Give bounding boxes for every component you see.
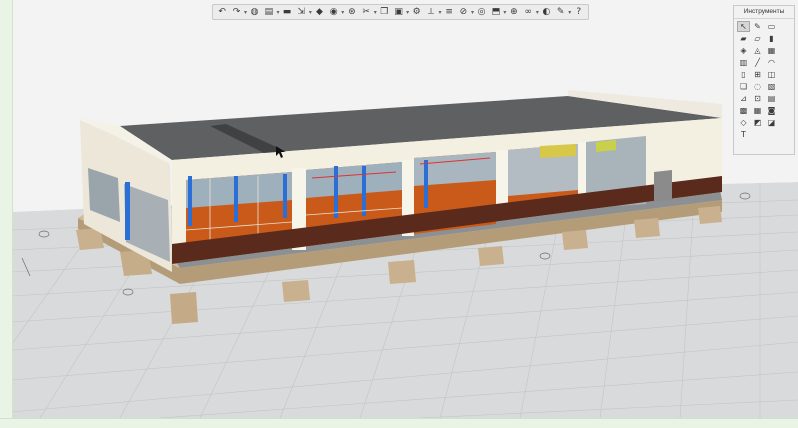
import-icon[interactable]: ⇲ bbox=[295, 6, 307, 18]
dropdown-arrow-icon[interactable]: ▾ bbox=[406, 6, 410, 18]
section-icon[interactable]: ⬒ bbox=[490, 6, 502, 18]
dropdown-arrow-icon[interactable]: ▾ bbox=[438, 6, 442, 18]
cut-icon[interactable]: ✂ bbox=[360, 6, 372, 18]
beam-tool-icon[interactable]: ◈ bbox=[737, 45, 750, 56]
door-tool-icon[interactable]: ▯ bbox=[737, 69, 750, 80]
left-end-blue-mullion bbox=[125, 182, 130, 240]
right-door bbox=[654, 170, 672, 202]
copy-icon[interactable]: ❐ bbox=[378, 6, 390, 18]
dropdown-arrow-icon[interactable]: ▾ bbox=[308, 6, 312, 18]
zone-tool-icon[interactable]: ▧ bbox=[765, 81, 778, 92]
dropdown-arrow-icon[interactable]: ▾ bbox=[341, 6, 345, 18]
select-tool-icon[interactable]: ↖ bbox=[737, 21, 750, 32]
paste-icon[interactable]: ▣ bbox=[392, 6, 404, 18]
level-tool-icon[interactable]: ⊡ bbox=[751, 93, 764, 104]
3d-viewport[interactable]: ↶ ↷ ▾ ◍ ▤ ▾ ▬ ⇲ ▾ ◆ ◉ ▾ ⊛ ✂ ▾ ❐ ▣ ▾ ⚙ ⟂ ▾ ≡ ⊘ ▾ ◎ ⬒ ▾ ⊕ ∞ ▾ ◐ ✎ ▾? Инстр… bbox=[0, 0, 798, 428]
hide-icon[interactable]: ⊘ bbox=[457, 6, 469, 18]
layer-icon[interactable]: ◆ bbox=[313, 6, 325, 18]
blank-tool-5 bbox=[779, 69, 792, 80]
link-icon[interactable]: ∞ bbox=[522, 6, 534, 18]
undo-icon[interactable]: ↶ bbox=[216, 6, 228, 18]
dropdown-arrow-icon[interactable]: ▾ bbox=[244, 6, 248, 18]
view-icon[interactable]: ◐ bbox=[540, 6, 552, 18]
list-icon[interactable]: ≡ bbox=[443, 6, 455, 18]
redo-icon[interactable]: ↷ bbox=[230, 6, 242, 18]
left-frame bbox=[0, 0, 13, 427]
camera-icon[interactable]: ◍ bbox=[248, 6, 260, 18]
dropdown-arrow-icon[interactable]: ▾ bbox=[503, 6, 507, 18]
tools-panel: Инструменты ↖ ✎ ▭ ▰ ▱ ▮ ◈ ◬ ▦ ▥ ╱ ◠ ▯ ⊞ ◫ ❏ ◌ ▧ ⊿ ⊡ ▤ ▩ ▦ ◙ ◇ ◩ ◪ T bbox=[733, 5, 795, 155]
blank-tool-6 bbox=[779, 81, 792, 92]
blank-tool bbox=[779, 21, 792, 32]
tools-panel-title: Инструменты bbox=[734, 6, 794, 19]
blank-tool-4 bbox=[779, 57, 792, 68]
line-tool-icon[interactable]: ╱ bbox=[751, 57, 764, 68]
blank-tool-9 bbox=[779, 117, 792, 128]
pencil-tool-icon[interactable]: ✎ bbox=[751, 21, 764, 32]
blank-tool-3 bbox=[779, 45, 792, 56]
dimension-tool-icon[interactable]: ⊿ bbox=[737, 93, 750, 104]
blank-tool-8 bbox=[779, 105, 792, 116]
slab-tool-icon[interactable]: ▱ bbox=[751, 33, 764, 44]
label-tool-icon[interactable]: ▤ bbox=[765, 93, 778, 104]
text-tool-icon[interactable]: T bbox=[737, 129, 750, 140]
dropdown-arrow-icon[interactable]: ▾ bbox=[373, 6, 377, 18]
eye-icon[interactable]: ◎ bbox=[475, 6, 487, 18]
window-tool-icon[interactable]: ⊞ bbox=[751, 69, 764, 80]
column-tool-icon[interactable]: ▮ bbox=[765, 33, 778, 44]
help-icon[interactable]: ? bbox=[573, 6, 585, 18]
dropdown-arrow-icon[interactable]: ▾ bbox=[276, 6, 280, 18]
railing-tool-icon[interactable]: ▥ bbox=[737, 57, 750, 68]
dropdown-arrow-icon[interactable]: ▾ bbox=[535, 6, 539, 18]
top-toolbar: ↶ ↷ ▾ ◍ ▤ ▾ ▬ ⇲ ▾ ◆ ◉ ▾ ⊛ ✂ ▾ ❐ ▣ ▾ ⚙ ⟂ ▾ ≡ ⊘ ▾ ◎ ⬒ ▾ ⊕ ∞ ▾ ◐ ✎ ▾? bbox=[212, 4, 589, 20]
tools-grid: ↖ ✎ ▭ ▰ ▱ ▮ ◈ ◬ ▦ ▥ ╱ ◠ ▯ ⊞ ◫ ❏ ◌ ▧ ⊿ ⊡ ▤ ▩ ▦ ◙ ◇ ◩ ◪ T bbox=[734, 19, 794, 142]
measure-icon[interactable]: ⟂ bbox=[425, 6, 437, 18]
save-icon[interactable]: ▬ bbox=[281, 6, 293, 18]
render-icon[interactable]: ◉ bbox=[328, 6, 340, 18]
stair-tool-icon[interactable]: ▦ bbox=[765, 45, 778, 56]
dropdown-arrow-icon[interactable]: ▾ bbox=[471, 6, 475, 18]
open-icon[interactable]: ▤ bbox=[263, 6, 275, 18]
wall-tool-icon[interactable]: ▰ bbox=[737, 33, 750, 44]
roof-tool-icon[interactable]: ◬ bbox=[751, 45, 764, 56]
arc-tool-icon[interactable]: ◠ bbox=[765, 57, 778, 68]
building-model-scene[interactable] bbox=[0, 0, 798, 427]
worksheet-tool-icon[interactable]: ◪ bbox=[765, 117, 778, 128]
object-tool-icon[interactable]: ❏ bbox=[737, 81, 750, 92]
opening-tool-icon[interactable]: ◫ bbox=[765, 69, 778, 80]
wrench-icon[interactable]: ✎ bbox=[555, 6, 567, 18]
rectangle-tool-icon[interactable]: ▭ bbox=[765, 21, 778, 32]
figure-tool-icon[interactable]: ◇ bbox=[737, 117, 750, 128]
mesh-tool-icon[interactable]: ▩ bbox=[737, 105, 750, 116]
snap-icon[interactable]: ⊕ bbox=[508, 6, 520, 18]
camera-tool-icon[interactable]: ◙ bbox=[765, 105, 778, 116]
blank-tool-7 bbox=[779, 93, 792, 104]
lamp-tool-icon[interactable]: ◌ bbox=[751, 81, 764, 92]
target-icon[interactable]: ⊛ bbox=[346, 6, 358, 18]
detail-tool-icon[interactable]: ◩ bbox=[751, 117, 764, 128]
dropdown-arrow-icon[interactable]: ▾ bbox=[568, 6, 572, 18]
blank-tool-2 bbox=[779, 33, 792, 44]
properties-icon[interactable]: ⚙ bbox=[411, 6, 423, 18]
grid-tool-icon[interactable]: ▦ bbox=[751, 105, 764, 116]
